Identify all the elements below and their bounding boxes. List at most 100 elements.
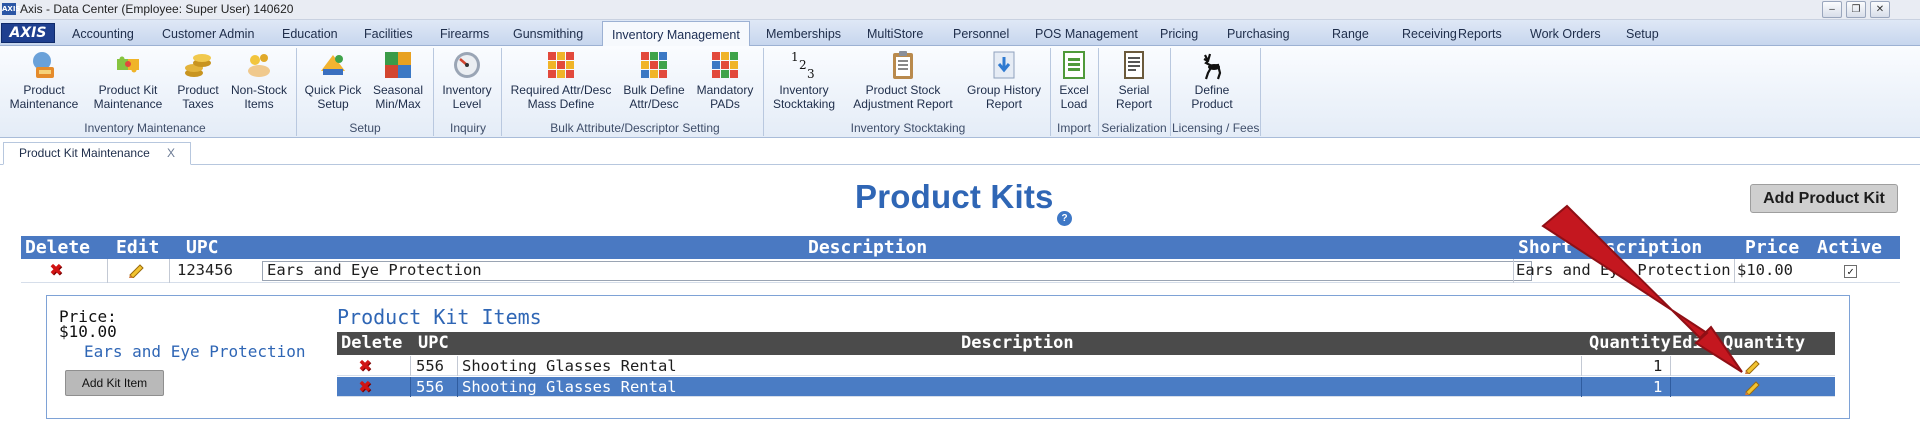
group-label-serialization: Serialization — [1101, 121, 1167, 135]
ribbon-label: Group History — [966, 83, 1042, 97]
table-row[interactable]: ✖ 556 Shooting Glasses Rental 1 — [337, 377, 1835, 397]
edit-quantity-pencil-icon[interactable] — [1743, 358, 1761, 374]
item-description: Shooting Glasses Rental — [462, 357, 677, 375]
grid-icon — [712, 52, 738, 78]
active-checkbox[interactable]: ✓ — [1844, 265, 1857, 278]
kit-detail-description: Ears and Eye Protection — [84, 342, 306, 361]
quick-pick-setup-button[interactable]: Quick Pick Setup — [302, 49, 364, 111]
ribbon-label: Serial — [1118, 83, 1150, 97]
ribbon-separator — [296, 48, 297, 136]
minimize-button[interactable]: ‒ — [1822, 1, 1842, 18]
inventory-level-button[interactable]: Inventory Level — [438, 49, 496, 111]
ribbon-label: Product — [23, 83, 65, 97]
add-product-kit-button[interactable]: Add Product Kit — [1750, 184, 1898, 213]
grid-icon — [641, 52, 667, 78]
deer-icon — [1203, 53, 1222, 80]
tab-accounting[interactable]: Accounting — [68, 23, 138, 45]
tab-pricing[interactable]: Pricing — [1156, 23, 1202, 45]
tab-customer-admin[interactable]: Customer Admin — [158, 23, 258, 45]
close-tab-icon[interactable]: X — [167, 143, 175, 164]
ribbon-label: Product Stock — [865, 83, 941, 97]
mandatory-pads-button[interactable]: Mandatory PADs — [692, 49, 758, 111]
tab-personnel[interactable]: Personnel — [949, 23, 1013, 45]
group-label-bulk-attribute-descriptor-setting: Bulk Attribute/Descriptor Setting — [550, 121, 720, 135]
tab-setup[interactable]: Setup — [1622, 23, 1663, 45]
add-kit-item-button[interactable]: Add Kit Item — [65, 370, 164, 396]
edit-pencil-icon[interactable] — [127, 262, 145, 278]
inventory-stocktaking-button[interactable]: 123 Inventory Stocktaking — [768, 49, 840, 111]
tab-facilities[interactable]: Facilities — [360, 23, 417, 45]
kit-description: Ears and Eye Protection — [267, 261, 482, 279]
cell-divider — [1670, 356, 1671, 376]
table-row[interactable]: ✖ 556 Shooting Glasses Rental 1 — [337, 356, 1835, 376]
app-logo-icon: AXIS — [2, 3, 21, 15]
tab-work-orders[interactable]: Work Orders — [1526, 23, 1605, 45]
edit-quantity-pencil-icon[interactable] — [1743, 379, 1761, 395]
product-kit-maintenance-button[interactable]: Product Kit Maintenance — [92, 49, 164, 111]
maximize-button[interactable]: ❐ — [1846, 1, 1866, 18]
seasonal-min-max-button[interactable]: Seasonal Min/Max — [371, 49, 425, 111]
hand-icon — [248, 54, 270, 77]
ribbon-label: Report — [985, 96, 1023, 111]
svg-text:1: 1 — [791, 50, 799, 64]
tab-range[interactable]: Range — [1328, 23, 1373, 45]
non-stock-items-button[interactable]: Non-Stock Items — [229, 49, 289, 111]
tab-multistore[interactable]: MultiStore — [863, 23, 927, 45]
tab-firearms[interactable]: Firearms — [436, 23, 493, 45]
ribbon-label: Define — [1194, 83, 1230, 97]
tab-reports[interactable]: Reports — [1454, 23, 1506, 45]
tab-product-kit-maintenance[interactable]: Product Kit Maintenance X — [3, 142, 191, 165]
cell-divider — [457, 356, 458, 376]
bulk-define-attr-desc-button[interactable]: Bulk Define Attr/Desc — [620, 49, 688, 111]
ribbon-separator — [1098, 48, 1099, 136]
tab-receiving[interactable]: Receiving — [1398, 23, 1461, 45]
ribbon-label: Stocktaking — [772, 96, 836, 111]
ribbon-separator — [1170, 48, 1171, 136]
axis-logo: AXIS — [1, 23, 55, 43]
ribbon-label: Non-Stock — [230, 83, 288, 97]
tab-memberships[interactable]: Memberships — [762, 23, 845, 45]
kit-detail-panel: Price: $10.00 Ears and Eye Protection Ad… — [46, 295, 1850, 419]
cell-divider — [1581, 356, 1582, 376]
close-window-button[interactable]: ✕ — [1870, 1, 1890, 18]
delete-icon[interactable]: ✖ — [47, 262, 65, 278]
gauge-icon — [454, 52, 480, 78]
serial-report-button[interactable]: Serial Report — [1104, 49, 1164, 111]
help-icon[interactable]: ? — [1057, 211, 1072, 226]
product-stock-adjustment-report-button[interactable]: Product Stock Adjustment Report — [848, 49, 958, 111]
ribbon-label: Level — [452, 96, 482, 111]
price-value: $10.00 — [59, 322, 117, 341]
ribbon-label: Maintenance — [9, 96, 79, 111]
page-title: Product Kits — [855, 178, 1054, 215]
ribbon-label: Setup — [317, 96, 349, 111]
tab-pos-management[interactable]: POS Management — [1031, 23, 1142, 45]
define-product-button[interactable]: Define Product — [1180, 49, 1244, 111]
ribbon-label: Min/Max — [375, 96, 421, 111]
delete-icon[interactable]: ✖ — [356, 379, 374, 395]
required-attr-desc-mass-define-button[interactable]: Required Attr/Desc Mass Define — [506, 49, 616, 111]
main-menu-bar: AXIS Accounting Customer Admin Education… — [0, 20, 1920, 47]
tab-gunsmithing[interactable]: Gunsmithing — [509, 23, 587, 45]
group-label-setup: Setup — [349, 121, 381, 135]
group-label-inquiry: Inquiry — [449, 121, 487, 135]
group-label-inventory-stocktaking: Inventory Stocktaking — [850, 121, 966, 135]
title-bar: AXIS Axis - Data Center (Employee: Super… — [0, 0, 1920, 20]
table-row[interactable]: ✖ 123456 Ears and Eye Protection Ears an… — [21, 259, 1900, 283]
product-taxes-button[interactable]: Product Taxes — [172, 49, 224, 111]
tab-purchasing[interactable]: Purchasing — [1223, 23, 1294, 45]
seasons-icon — [385, 52, 411, 78]
ribbon-label: Product — [1191, 96, 1233, 111]
ribbon-separator — [1260, 48, 1261, 136]
tab-inventory-management[interactable]: Inventory Management — [602, 21, 750, 47]
product-maintenance-button[interactable]: Product Maintenance — [9, 49, 79, 111]
tab-education[interactable]: Education — [278, 23, 342, 45]
delete-icon[interactable]: ✖ — [356, 358, 374, 374]
item-quantity: 1 — [1653, 357, 1663, 375]
cell-divider — [1734, 259, 1735, 283]
ribbon-label: Load — [1060, 96, 1088, 111]
excel-load-button[interactable]: Excel Load — [1055, 49, 1093, 111]
group-label-licensing-fees: Licensing / Fees — [1172, 121, 1260, 135]
item-description: Shooting Glasses Rental — [462, 378, 677, 396]
window-title: Axis - Data Center (Employee: Super User… — [20, 2, 294, 16]
group-history-report-button[interactable]: Group History Report — [964, 49, 1044, 111]
